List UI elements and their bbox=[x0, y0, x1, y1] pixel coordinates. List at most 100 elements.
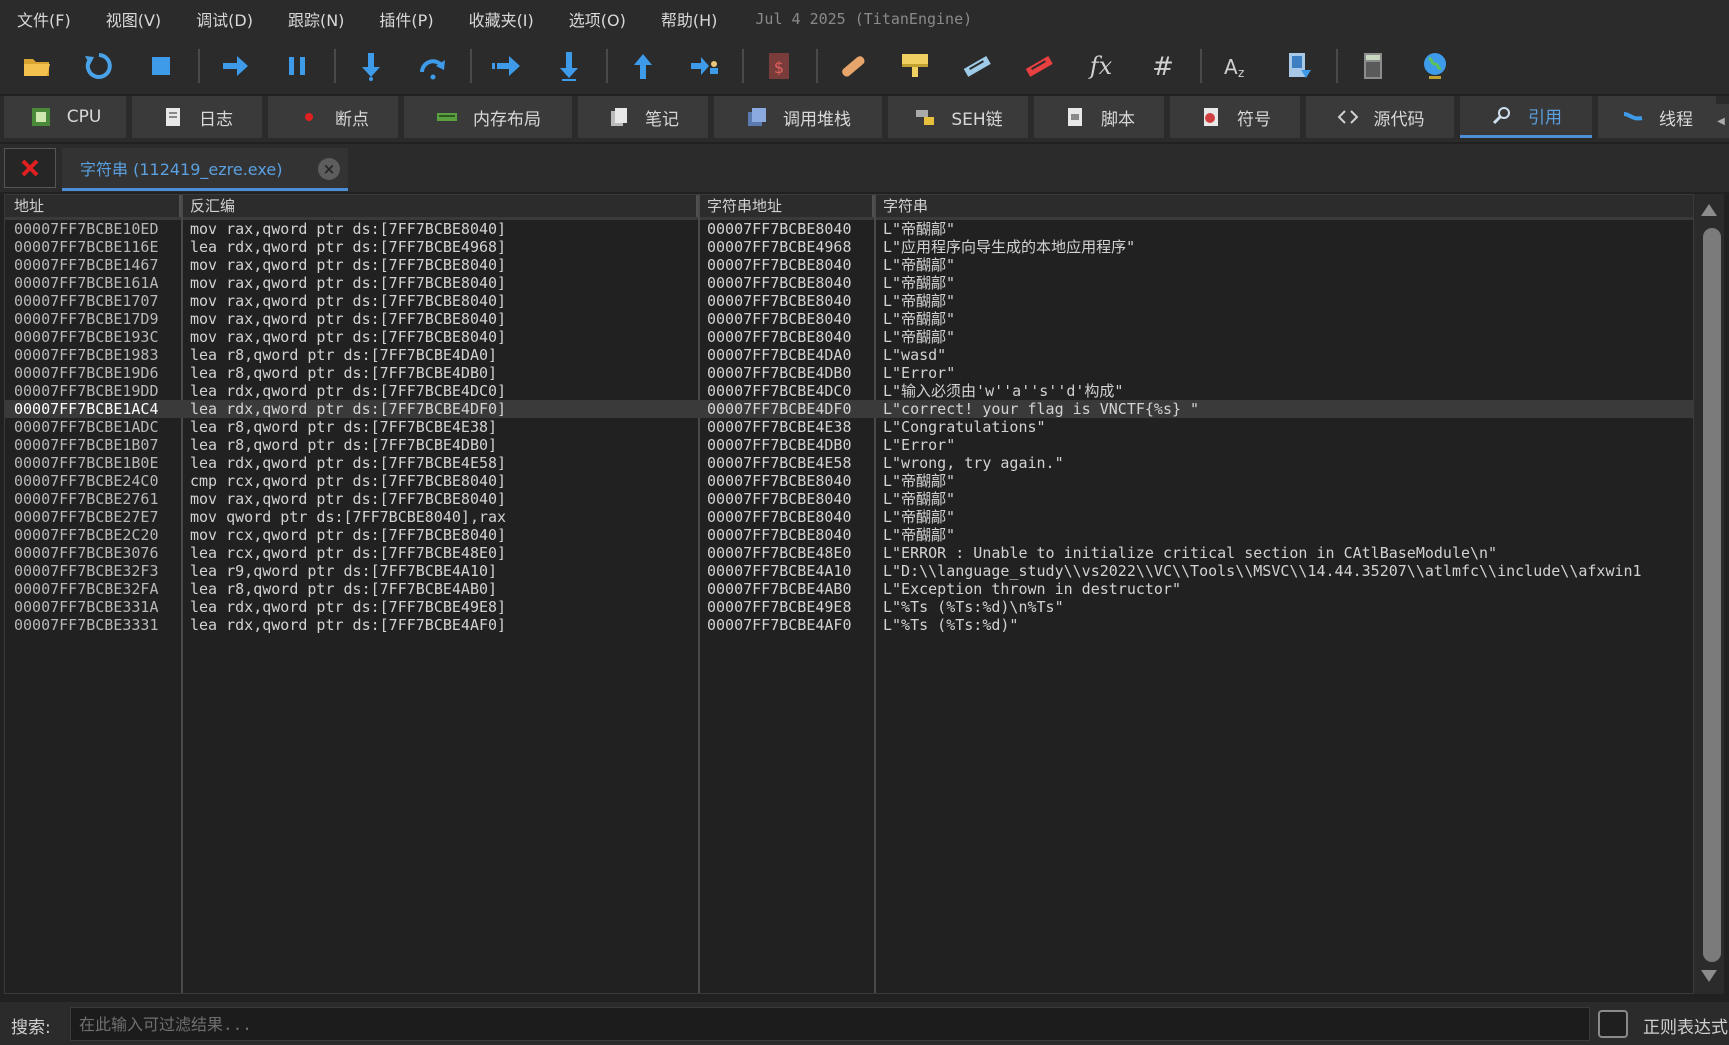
table-row[interactable]: 00007FF7BCBE2761 mov rax,qword ptr ds:[7F… bbox=[5, 490, 1693, 508]
table-row[interactable]: 00007FF7BCBE1AC4 lea rdx,qword ptr ds:[7F… bbox=[5, 400, 1693, 418]
column-header-string[interactable]: 字符串 bbox=[874, 195, 1693, 217]
table-row[interactable]: 00007FF7BCBE3331 lea rdx,qword ptr ds:[7F… bbox=[5, 616, 1693, 634]
search-input[interactable] bbox=[70, 1007, 1590, 1041]
table-row[interactable]: 00007FF7BCBE3076 lea rcx,qword ptr ds:[7F… bbox=[5, 544, 1693, 562]
memory-button[interactable] bbox=[1274, 43, 1324, 89]
threads-icon bbox=[1621, 105, 1645, 129]
bookmark-button[interactable] bbox=[1014, 43, 1064, 89]
stop-button[interactable] bbox=[136, 43, 186, 89]
document-tab-label: 字符串 (112419_ezre.exe) bbox=[80, 160, 283, 179]
table-row[interactable]: 00007FF7BCBE1983 lea r8,qword ptr ds:[7FF… bbox=[5, 346, 1693, 364]
table-row[interactable]: 00007FF7BCBE193C mov rax,qword ptr ds:[7F… bbox=[5, 328, 1693, 346]
table-row[interactable]: 00007FF7BCBE10ED mov rax,qword ptr ds:[7F… bbox=[5, 220, 1693, 238]
tab-call-stack[interactable]: 调用堆栈 bbox=[714, 96, 882, 138]
trace-into-button[interactable] bbox=[482, 43, 532, 89]
scroll-up-icon[interactable] bbox=[1701, 204, 1717, 216]
table-row[interactable]: 00007FF7BCBE32F3 lea r9,qword ptr ds:[7FF… bbox=[5, 562, 1693, 580]
table-row[interactable]: 00007FF7BCBE331A lea rdx,qword ptr ds:[7F… bbox=[5, 598, 1693, 616]
tab-seh-chain[interactable]: SEH链 bbox=[888, 96, 1028, 138]
table-row[interactable]: 00007FF7BCBE1467 mov rax,qword ptr ds:[7F… bbox=[5, 256, 1693, 274]
tab-scroll-arrows[interactable]: ◀ bbox=[1713, 104, 1729, 138]
trace-over-button[interactable] bbox=[544, 43, 594, 89]
regex-checkbox[interactable] bbox=[1598, 1010, 1628, 1038]
document-tab-strings[interactable]: 字符串 (112419_ezre.exe) × bbox=[62, 148, 348, 191]
menu-bar: 文件(F) 视图(V) 调试(D) 跟踪(N) 插件(P) 收藏夹(I) 选项(… bbox=[0, 0, 1729, 38]
label-button[interactable] bbox=[952, 43, 1002, 89]
tab-source[interactable]: 源代码 bbox=[1306, 96, 1454, 138]
build-info: Jul 4 2025 (TitanEngine) bbox=[755, 10, 973, 28]
column-header-address[interactable]: 地址 bbox=[5, 195, 181, 217]
tab-threads[interactable]: 线程 bbox=[1598, 96, 1716, 138]
svg-text:#: # bbox=[1152, 52, 1174, 82]
cell-address: 00007FF7BCBE1983 bbox=[14, 346, 159, 364]
toolbar-separator bbox=[198, 49, 200, 83]
notes-icon bbox=[607, 105, 631, 129]
menu-debug[interactable]: 调试(D) bbox=[179, 7, 271, 31]
cell-disassembly: mov rax,qword ptr ds:[7FF7BCBE8040] bbox=[190, 328, 507, 346]
script-button[interactable]: $ bbox=[754, 43, 804, 89]
column-header-string-address[interactable]: 字符串地址 bbox=[698, 195, 874, 217]
tab-memory-map[interactable]: 内存布局 bbox=[404, 96, 572, 138]
tab-log[interactable]: 日志 bbox=[132, 96, 262, 138]
step-into-button[interactable] bbox=[346, 43, 396, 89]
close-all-tabs-button[interactable] bbox=[4, 148, 56, 188]
table-row[interactable]: 00007FF7BCBE1707 mov rax,qword ptr ds:[7F… bbox=[5, 292, 1693, 310]
svg-text:$: $ bbox=[774, 58, 784, 77]
font-button[interactable]: Az bbox=[1212, 43, 1262, 89]
menu-plugins[interactable]: 插件(P) bbox=[362, 7, 451, 31]
cell-address: 00007FF7BCBE32F3 bbox=[14, 562, 159, 580]
cell-address: 00007FF7BCBE1B0E bbox=[14, 454, 159, 472]
hash-button[interactable]: # bbox=[1138, 43, 1188, 89]
cell-string: L"correct! your flag is VNCTF{%s} " bbox=[883, 400, 1200, 418]
cell-address: 00007FF7BCBE27E7 bbox=[14, 508, 159, 526]
table-row[interactable]: 00007FF7BCBE116E lea rdx,qword ptr ds:[7F… bbox=[5, 238, 1693, 256]
pause-button[interactable] bbox=[272, 43, 322, 89]
cell-disassembly: mov rax,qword ptr ds:[7FF7BCBE8040] bbox=[190, 220, 507, 238]
function-button[interactable]: fx bbox=[1076, 43, 1126, 89]
scroll-down-icon[interactable] bbox=[1701, 970, 1717, 982]
vertical-scrollbar[interactable] bbox=[1694, 194, 1724, 994]
patch-button[interactable] bbox=[828, 43, 878, 89]
table-row[interactable]: 00007FF7BCBE19D6 lea r8,qword ptr ds:[7FF… bbox=[5, 364, 1693, 382]
scrollbar-thumb[interactable] bbox=[1703, 228, 1721, 962]
step-over-button[interactable] bbox=[408, 43, 458, 89]
restart-button[interactable] bbox=[74, 43, 124, 89]
table-row[interactable]: 00007FF7BCBE1B0E lea rdx,qword ptr ds:[7F… bbox=[5, 454, 1693, 472]
breakpoint-icon bbox=[297, 105, 321, 129]
table-row[interactable]: 00007FF7BCBE27E7 mov qword ptr ds:[7FF7BC… bbox=[5, 508, 1693, 526]
close-tab-icon[interactable]: × bbox=[318, 158, 340, 180]
menu-file[interactable]: 文件(F) bbox=[0, 7, 89, 31]
chevron-left-icon: ◀ bbox=[1717, 115, 1725, 127]
menu-favourites[interactable]: 收藏夹(I) bbox=[452, 7, 552, 31]
tab-cpu[interactable]: CPU bbox=[4, 96, 126, 138]
run-button[interactable] bbox=[210, 43, 260, 89]
tab-references[interactable]: 引用 bbox=[1460, 96, 1592, 138]
run-to-user-code-icon bbox=[691, 57, 718, 75]
globe-button[interactable] bbox=[1410, 43, 1460, 89]
menu-help[interactable]: 帮助(H) bbox=[644, 7, 736, 31]
table-row[interactable]: 00007FF7BCBE1B07 lea r8,qword ptr ds:[7FF… bbox=[5, 436, 1693, 454]
step-out-button[interactable] bbox=[618, 43, 668, 89]
table-header: 地址 反汇编 字符串地址 字符串 bbox=[5, 195, 1693, 220]
search-bar: 搜索: 正则表达式 bbox=[0, 1002, 1729, 1045]
tab-script[interactable]: 脚本 bbox=[1034, 96, 1164, 138]
cell-disassembly: lea rdx,qword ptr ds:[7FF7BCBE49E8] bbox=[190, 598, 507, 616]
menu-view[interactable]: 视图(V) bbox=[89, 7, 179, 31]
table-row[interactable]: 00007FF7BCBE32FA lea r8,qword ptr ds:[7FF… bbox=[5, 580, 1693, 598]
tab-symbols[interactable]: 符号 bbox=[1170, 96, 1300, 138]
open-button[interactable] bbox=[12, 43, 62, 89]
calculator-button[interactable] bbox=[1348, 43, 1398, 89]
table-row[interactable]: 00007FF7BCBE1ADC lea r8,qword ptr ds:[7FF… bbox=[5, 418, 1693, 436]
tab-breakpoints[interactable]: 断点 bbox=[268, 96, 398, 138]
table-row[interactable]: 00007FF7BCBE17D9 mov rax,qword ptr ds:[7F… bbox=[5, 310, 1693, 328]
table-row[interactable]: 00007FF7BCBE161A mov rax,qword ptr ds:[7F… bbox=[5, 274, 1693, 292]
run-to-user-code-button[interactable] bbox=[680, 43, 730, 89]
menu-trace[interactable]: 跟踪(N) bbox=[271, 7, 362, 31]
comment-button[interactable] bbox=[890, 43, 940, 89]
tab-notes[interactable]: 笔记 bbox=[578, 96, 708, 138]
column-header-disassembly[interactable]: 反汇编 bbox=[181, 195, 698, 217]
table-row[interactable]: 00007FF7BCBE19DD lea rdx,qword ptr ds:[7F… bbox=[5, 382, 1693, 400]
menu-options[interactable]: 选项(O) bbox=[552, 7, 644, 31]
table-row[interactable]: 00007FF7BCBE24C0 cmp rcx,qword ptr ds:[7F… bbox=[5, 472, 1693, 490]
table-row[interactable]: 00007FF7BCBE2C20 mov rcx,qword ptr ds:[7F… bbox=[5, 526, 1693, 544]
